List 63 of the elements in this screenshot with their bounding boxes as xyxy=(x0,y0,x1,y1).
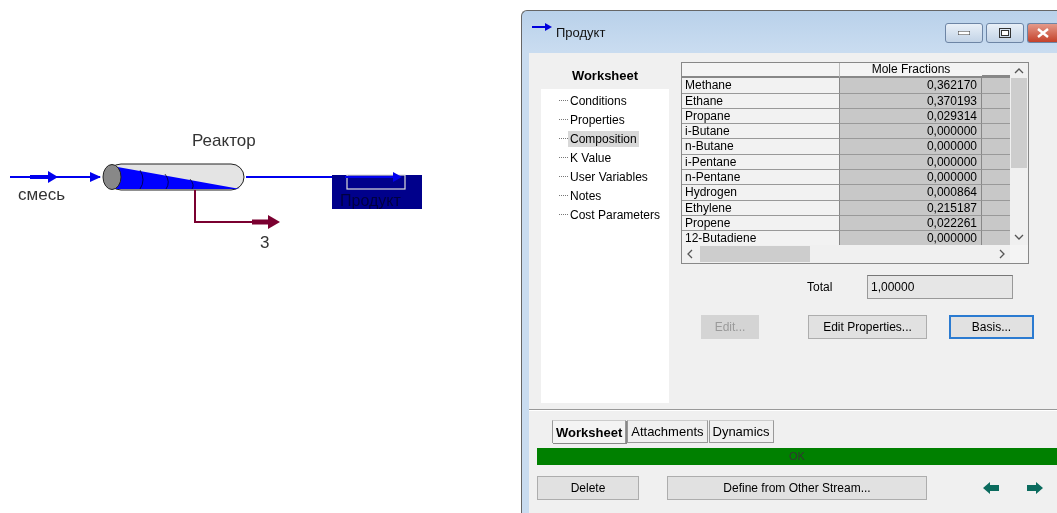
total-field[interactable]: 1,00000 xyxy=(867,275,1013,299)
total-label: Total xyxy=(807,280,834,294)
table-cell xyxy=(982,139,1010,155)
tab[interactable]: Dynamics xyxy=(708,420,774,443)
delete-button[interactable]: Delete xyxy=(537,476,639,500)
left-arrow-icon[interactable] xyxy=(983,482,999,494)
action-button[interactable]: Edit Properties... xyxy=(808,315,927,339)
horizontal-scrollbar[interactable] xyxy=(682,245,1010,263)
tree-item[interactable]: K Value xyxy=(568,149,614,166)
table-cell xyxy=(982,78,1010,94)
tab[interactable]: Attachments xyxy=(627,420,708,443)
stream-arrow[interactable] xyxy=(9,171,101,183)
table-cell[interactable]: 0,000864 xyxy=(840,185,982,201)
minimize-button[interactable] xyxy=(945,23,983,43)
table-cell[interactable]: 0,000000 xyxy=(840,231,982,245)
table-cell: 12-Butadiene xyxy=(682,231,840,245)
stream-arrow[interactable] xyxy=(194,189,280,229)
section-title: Worksheet xyxy=(570,67,640,85)
table-cell xyxy=(982,170,1010,186)
table-cell[interactable]: 0,362170 xyxy=(840,78,982,94)
stream-label: смесь xyxy=(18,185,65,204)
close-icon xyxy=(1036,28,1049,38)
tree-item[interactable]: Properties xyxy=(568,111,627,128)
minimize-icon xyxy=(958,31,970,35)
tab[interactable]: Worksheet xyxy=(552,420,627,443)
tree-item[interactable]: Cost Parameters xyxy=(568,206,663,223)
stream-block[interactable] xyxy=(332,172,422,209)
arrow-icon xyxy=(532,22,552,32)
tree-item[interactable]: Composition xyxy=(568,130,639,147)
table-cell[interactable]: 0,000000 xyxy=(840,170,982,186)
table-cell xyxy=(982,185,1010,201)
scroll-left-icon[interactable] xyxy=(686,249,694,259)
scroll-thumb[interactable] xyxy=(1011,78,1027,168)
scroll-up-icon[interactable] xyxy=(1014,67,1024,75)
table-cell xyxy=(982,231,1010,245)
column-header: Mole Fractions xyxy=(840,63,982,79)
table-cell: Hydrogen xyxy=(682,185,840,201)
table-cell: n-Butane xyxy=(682,139,840,155)
maximize-button[interactable] xyxy=(986,23,1024,43)
table-cell xyxy=(982,124,1010,140)
maximize-icon xyxy=(999,28,1011,38)
reactor-drawing[interactable] xyxy=(102,163,245,191)
stream-label: Продукт xyxy=(340,192,401,209)
vertical-scrollbar[interactable] xyxy=(1010,63,1028,245)
window-title: Продукт xyxy=(556,24,606,40)
table-cell[interactable]: 0,000000 xyxy=(840,124,982,140)
table-cell[interactable]: 0,000000 xyxy=(840,139,982,155)
right-arrow-icon[interactable] xyxy=(1027,482,1043,494)
tree-item[interactable]: Conditions xyxy=(568,92,629,109)
action-button[interactable]: Basis... xyxy=(949,315,1034,339)
define-button[interactable]: Define from Other Stream... xyxy=(667,476,927,500)
close-button[interactable] xyxy=(1027,23,1057,43)
stream-label: 3 xyxy=(260,233,270,252)
table-cell: i-Butane xyxy=(682,124,840,140)
status-bar: OK xyxy=(537,448,1057,465)
scroll-down-icon[interactable] xyxy=(1014,233,1024,241)
table-cell: n-Pentane xyxy=(682,170,840,186)
tree-item[interactable]: User Variables xyxy=(568,168,650,185)
scroll-thumb[interactable] xyxy=(700,246,810,262)
table-cell: Methane xyxy=(682,78,840,94)
tree-item[interactable]: Notes xyxy=(568,187,604,204)
unit-label: Реактор xyxy=(192,131,256,150)
scroll-right-icon[interactable] xyxy=(998,249,1006,259)
